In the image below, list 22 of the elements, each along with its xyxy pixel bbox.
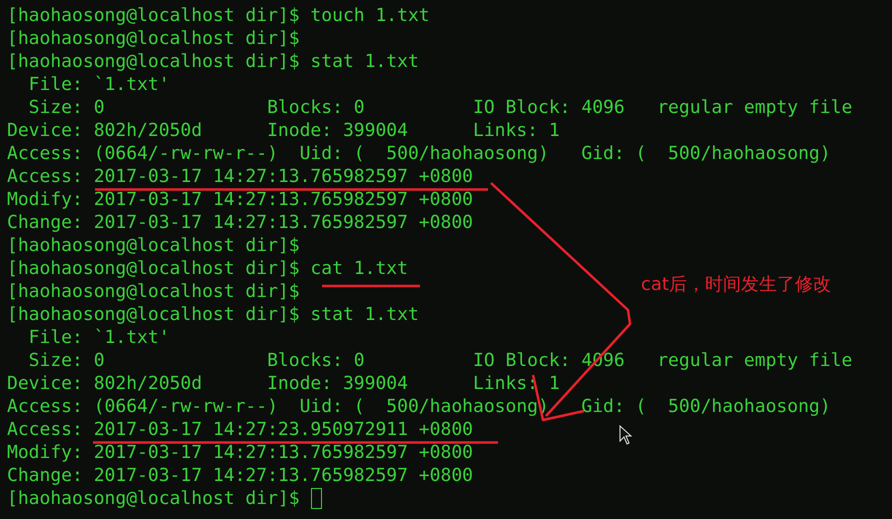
terminal-line: Change: 2017-03-17 14:27:13.765982597 +0800 <box>7 213 473 233</box>
terminal-line: [haohaosong@localhost dir]$ cat 1.txt <box>7 259 408 279</box>
terminal-line: File: `1.txt' <box>28 328 170 348</box>
terminal-line: Size: 0 Blocks: 0 IO Block: 4096 regular empty file <box>28 98 852 118</box>
mouse-pointer-icon <box>620 424 632 445</box>
terminal-line: Modify: 2017-03-17 14:27:13.765982597 +0800 <box>7 190 473 210</box>
terminal-line: Access: 2017-03-17 14:27:13.765982597 +0800 <box>7 167 473 187</box>
terminal-line: Change: 2017-03-17 14:27:13.765982597 +0800 <box>7 466 473 486</box>
annotation-text: cat后，时间发生了修改 <box>641 273 831 296</box>
terminal-line: [haohaosong@localhost dir]$ touch 1.txt <box>7 6 430 26</box>
terminal-line: [haohaosong@localhost dir]$ <box>7 282 300 302</box>
terminal-line: Modify: 2017-03-17 14:27:13.765982597 +0800 <box>7 443 473 463</box>
terminal-line: Device: 802h/2050d Inode: 399004 Links: 1 <box>7 121 560 141</box>
terminal-line: [haohaosong@localhost dir]$ stat 1.txt <box>7 52 419 72</box>
terminal-line: [haohaosong@localhost dir]$ <box>7 236 300 256</box>
terminal-line: Device: 802h/2050d Inode: 399004 Links: 1 <box>7 374 560 394</box>
terminal-line: File: `1.txt' <box>28 75 170 95</box>
terminal-line: Access: 2017-03-17 14:27:23.950972911 +0800 <box>7 420 473 440</box>
terminal-line: [haohaosong@localhost dir]$ <box>7 29 300 49</box>
terminal-line: Access: (0664/-rw-rw-r--) Uid: ( 500/haohaosong) Gid: ( 500/haohaosong) <box>7 144 831 164</box>
terminal-line: [haohaosong@localhost dir]$ stat 1.txt <box>7 305 419 325</box>
terminal-line: [haohaosong@localhost dir]$ <box>7 489 300 509</box>
